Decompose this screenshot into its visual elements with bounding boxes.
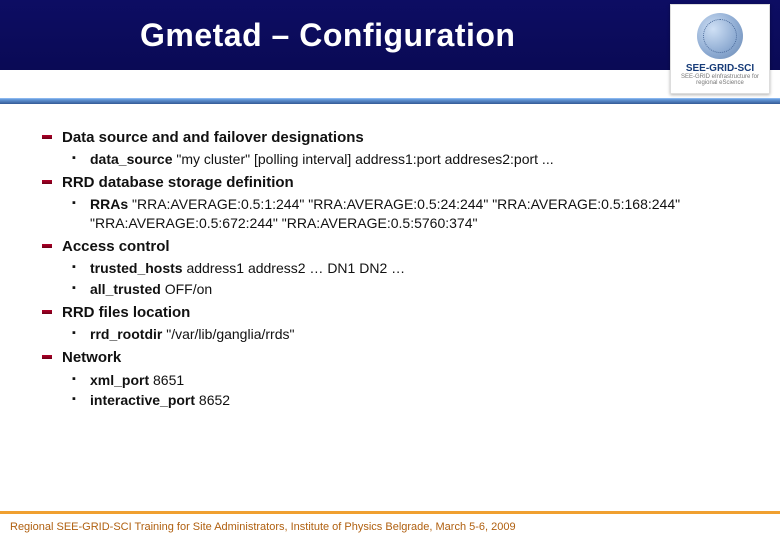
item-head: Network — [62, 349, 121, 366]
sub-list: data_source "my cluster" [polling interv… — [62, 150, 746, 169]
logo-text: SEE-GRID-SCI — [686, 63, 754, 74]
list-item: RRD files location rrd_rootdir "/var/lib… — [62, 303, 746, 344]
logo: SEE-GRID-SCI SEE-GRID eInfrastructure fo… — [670, 4, 770, 94]
sub-text: "RRA:AVERAGE:0.5:1:244" "RRA:AVERAGE:0.5… — [90, 196, 680, 231]
sub-list: xml_port 8651 interactive_port 8652 — [62, 371, 746, 411]
globe-icon — [697, 13, 743, 59]
keyword: interactive_port — [90, 392, 195, 408]
sub-item: trusted_hosts address1 address2 … DN1 DN… — [90, 259, 746, 278]
slide: Gmetad – Configuration SEE-GRID-SCI SEE-… — [0, 0, 780, 540]
bullet-list: Data source and and failover designation… — [62, 128, 746, 410]
keyword: xml_port — [90, 372, 149, 388]
slide-title: Gmetad – Configuration — [140, 17, 515, 54]
footer: Regional SEE-GRID-SCI Training for Site … — [0, 512, 780, 540]
sub-item: xml_port 8651 — [90, 371, 746, 390]
sub-item: rrd_rootdir "/var/lib/ganglia/rrds" — [90, 325, 746, 344]
keyword: all_trusted — [90, 281, 161, 297]
item-head: Data source and and failover designation… — [62, 129, 364, 146]
keyword: RRAs — [90, 196, 128, 212]
logo-subtext: SEE-GRID eInfrastructure for regional eS… — [671, 74, 769, 86]
sub-item: all_trusted OFF/on — [90, 280, 746, 299]
content-area: Data source and and failover designation… — [0, 104, 780, 512]
item-head: Access control — [62, 238, 170, 255]
sub-item: RRAs "RRA:AVERAGE:0.5:1:244" "RRA:AVERAG… — [90, 195, 746, 233]
item-head: RRD files location — [62, 304, 190, 321]
sub-text: address1 address2 … DN1 DN2 … — [183, 260, 406, 276]
list-item: RRD database storage definition RRAs "RR… — [62, 173, 746, 233]
list-item: Access control trusted_hosts address1 ad… — [62, 237, 746, 299]
sub-list: trusted_hosts address1 address2 … DN1 DN… — [62, 259, 746, 299]
sub-text: "/var/lib/ganglia/rrds" — [162, 326, 294, 342]
sub-list: RRAs "RRA:AVERAGE:0.5:1:244" "RRA:AVERAG… — [62, 195, 746, 233]
sub-text: "my cluster" [polling interval] address1… — [172, 151, 553, 167]
keyword: data_source — [90, 151, 172, 167]
footer-line — [0, 511, 780, 513]
list-item: Data source and and failover designation… — [62, 128, 746, 169]
list-item: Network xml_port 8651 interactive_port 8… — [62, 348, 746, 410]
sub-text: 8651 — [149, 372, 184, 388]
sub-item: interactive_port 8652 — [90, 391, 746, 410]
title-bar: Gmetad – Configuration SEE-GRID-SCI SEE-… — [0, 0, 780, 70]
sub-text: OFF/on — [161, 281, 212, 297]
keyword: rrd_rootdir — [90, 326, 162, 342]
footer-text: Regional SEE-GRID-SCI Training for Site … — [10, 521, 516, 533]
item-head: RRD database storage definition — [62, 174, 294, 191]
sub-list: rrd_rootdir "/var/lib/ganglia/rrds" — [62, 325, 746, 344]
sub-text: 8652 — [195, 392, 230, 408]
sub-item: data_source "my cluster" [polling interv… — [90, 150, 746, 169]
keyword: trusted_hosts — [90, 260, 183, 276]
